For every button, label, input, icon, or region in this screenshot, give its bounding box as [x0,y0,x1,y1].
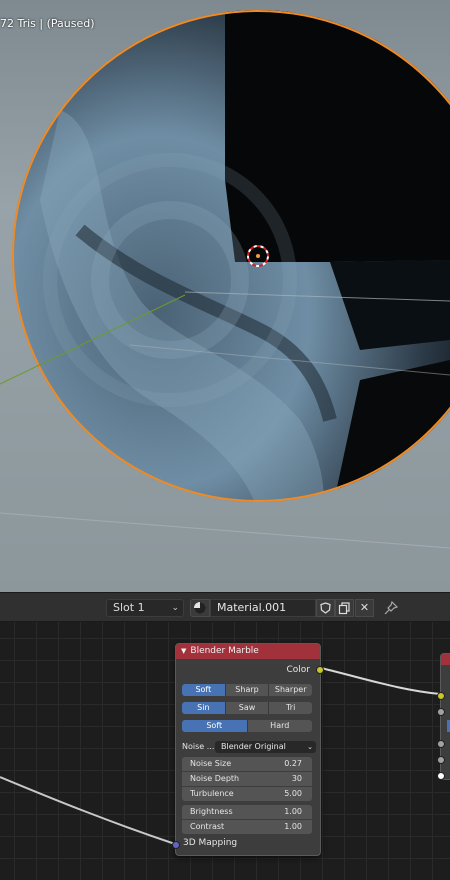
option-saw[interactable]: Saw [225,702,270,714]
node-title: Blender Marble [190,646,259,656]
partial-node[interactable] [437,653,450,780]
close-icon: ✕ [359,601,370,614]
noise-type-selector: Soft Hard [182,720,312,732]
node-header[interactable]: ▼ Blender Marble [176,644,320,659]
option-noise-soft[interactable]: Soft [182,720,248,732]
noise-depth-field[interactable]: Noise Depth 30 [182,772,312,786]
noise-basis-value: Blender Original [221,742,286,751]
brightness-field[interactable]: Brightness 1.00 [182,805,312,819]
turbulence-field[interactable]: Turbulence 5.00 [182,787,312,801]
noise-size-label: Noise Size [190,759,232,768]
noise-basis-2-selector: Sin Saw Tri [182,702,312,714]
option-soft[interactable]: Soft [182,684,226,696]
slot-label: Slot 1 [113,601,145,614]
noise-basis-row: Noise ... Blender Original ⌄ [182,741,316,753]
turbulence-value: 5.00 [284,789,302,798]
contrast-field[interactable]: Contrast 1.00 [182,820,312,834]
noise-basis-label: Noise ... [182,742,215,751]
color-output-label: Color [286,665,311,675]
blender-marble-node[interactable]: ▼ Blender Marble Color Soft Sharp Sharper… [172,643,324,856]
3d-viewport[interactable]: 72 Tris | (Paused) [0,0,450,592]
option-sin[interactable]: Sin [182,702,226,714]
collapse-triangle-icon[interactable]: ▼ [181,647,186,655]
option-sharper[interactable]: Sharper [269,684,312,696]
shield-icon [320,602,331,614]
color-link [320,667,441,695]
viewport-scene [0,0,450,592]
input-socket[interactable] [437,772,445,780]
input-socket[interactable] [437,740,445,748]
contrast-label: Contrast [190,822,225,831]
duplicate-material-button[interactable] [335,599,354,617]
option-sharp[interactable]: Sharp [225,684,270,696]
unlink-material-button[interactable]: ✕ [355,599,374,617]
noise-size-field[interactable]: Noise Size 0.27 [182,757,312,771]
shader-editor-header: Slot 1 ⌄ Material.001 ✕ [0,592,450,622]
pin-button[interactable] [382,599,400,617]
brightness-label: Brightness [190,807,233,816]
color-output-socket[interactable] [316,666,324,674]
material-browse-button[interactable] [190,599,210,617]
noise-depth-value: 30 [291,774,302,783]
mapping-link [0,776,176,845]
brightness-value: 1.00 [284,807,302,816]
material-sphere-icon [194,602,206,614]
color-input-socket[interactable] [437,692,445,700]
duplicate-icon [338,602,350,615]
partial-node-header[interactable] [441,654,450,665]
material-slot-dropdown[interactable]: Slot 1 ⌄ [106,599,184,617]
pin-icon [384,600,399,615]
marble-type-selector: Soft Sharp Sharper [182,684,312,696]
noise-basis-dropdown[interactable]: Blender Original ⌄ [215,741,316,753]
fake-user-button[interactable] [316,599,335,617]
material-name-field[interactable]: Material.001 [210,599,316,617]
option-noise-hard[interactable]: Hard [247,720,312,732]
input-socket[interactable] [437,756,445,764]
mapping-input-socket[interactable] [172,841,180,849]
noise-size-value: 0.27 [284,759,302,768]
mapping-input-label: 3D Mapping [183,838,238,848]
option-tri[interactable]: Tri [269,702,312,714]
viewport-stats-text: 72 Tris | (Paused) [0,17,95,30]
chevron-down-icon: ⌄ [171,603,179,613]
node-editor-canvas[interactable]: ▼ Blender Marble Color Soft Sharp Sharper… [0,622,450,880]
turbulence-label: Turbulence [190,789,234,798]
chevron-down-icon: ⌄ [307,743,313,751]
contrast-value: 1.00 [284,822,302,831]
noise-depth-label: Noise Depth [190,774,240,783]
input-socket[interactable] [437,708,445,716]
